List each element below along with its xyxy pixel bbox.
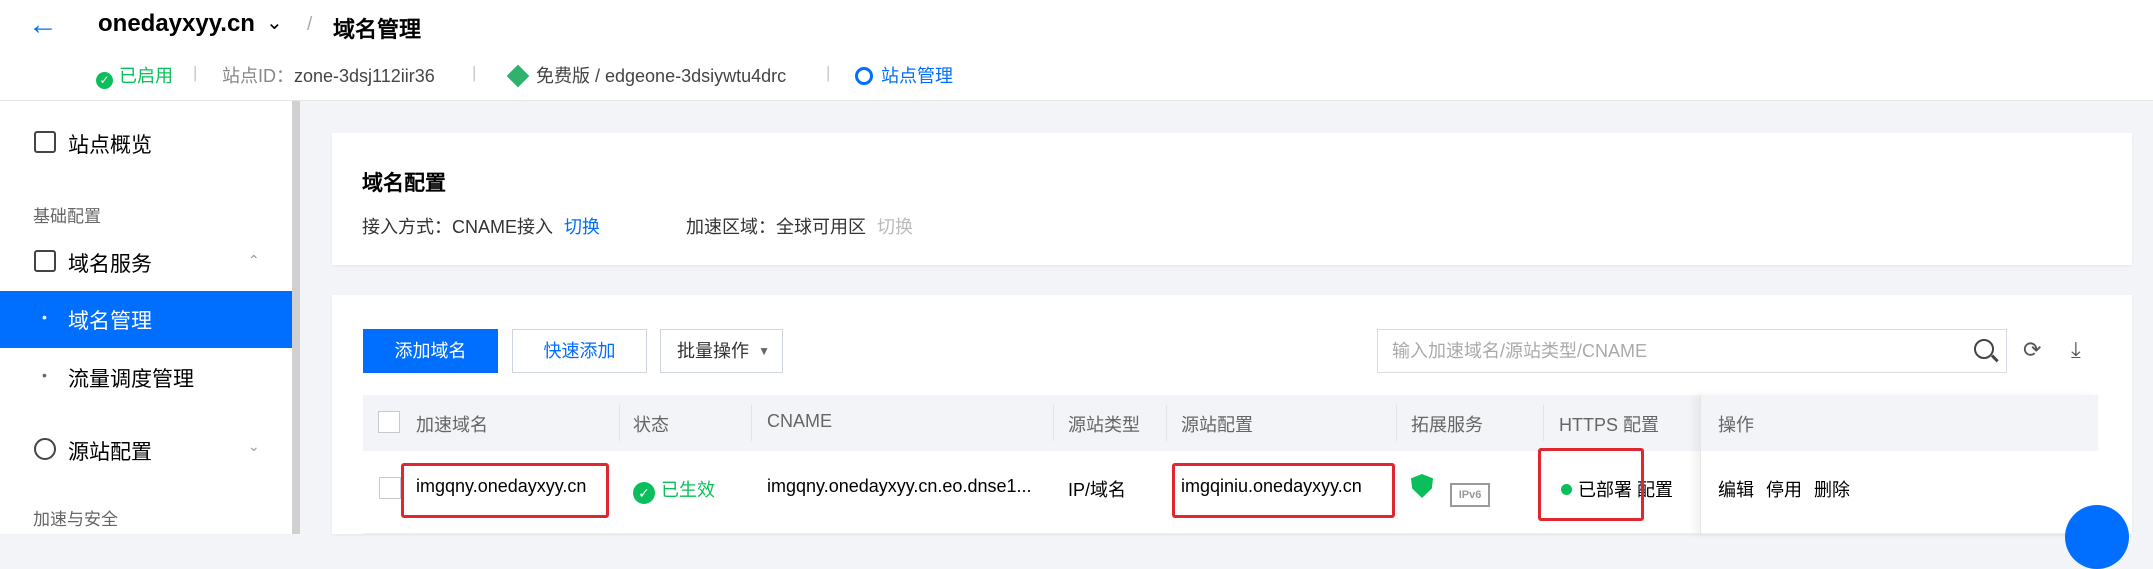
cell-cname: imgqny.onedayxyy.cn.eo.dnse1... bbox=[767, 476, 1032, 496]
column-divider bbox=[1053, 405, 1054, 441]
back-arrow-icon[interactable]: ← bbox=[28, 10, 62, 40]
site-id-label: 站点ID： bbox=[222, 66, 294, 86]
column-header: CNAME bbox=[767, 411, 833, 431]
history-icon bbox=[34, 438, 56, 460]
sidebar-item-domain-manage[interactable]: • 域名管理 bbox=[0, 291, 292, 348]
download-icon[interactable]: ⤓ bbox=[2071, 337, 2081, 363]
sidebar-item-label: 源站配置 bbox=[68, 441, 152, 464]
sticky-operations-column bbox=[1700, 395, 2098, 534]
divider: | bbox=[193, 63, 198, 82]
top-header: ← onedayxyy.cn ⌄ / 域名管理 ✓ 已启用 | 站点ID：zone… bbox=[0, 0, 2153, 101]
chevron-down-icon: ⌄ bbox=[248, 438, 260, 454]
site-manage-label: 站点管理 bbox=[881, 66, 953, 86]
highlight-box bbox=[401, 463, 609, 518]
region-switch-link: 切换 bbox=[877, 217, 914, 237]
column-divider bbox=[1396, 405, 1397, 441]
chevron-up-icon: ⌃ bbox=[248, 252, 260, 268]
site-manage-link[interactable]: 站点管理 bbox=[855, 62, 953, 88]
sidebar-item-label: 站点概览 bbox=[68, 134, 152, 157]
server-icon bbox=[34, 250, 56, 272]
sidebar-scrollbar[interactable] bbox=[292, 101, 300, 534]
check-circle-icon: ✓ bbox=[96, 72, 113, 89]
access-mode: 接入方式：CNAME接入 切换 bbox=[362, 213, 600, 239]
column-header: HTTPS 配置 bbox=[1559, 415, 1660, 435]
plan-icon bbox=[506, 64, 530, 88]
settings-icon bbox=[855, 67, 873, 85]
search-box[interactable] bbox=[1377, 329, 2007, 373]
divider: | bbox=[472, 63, 477, 82]
sidebar-group-label: 加速与安全 bbox=[33, 510, 118, 529]
column-header: 状态 bbox=[633, 415, 669, 435]
column-divider bbox=[1166, 405, 1167, 441]
sidebar-item-domain-service[interactable]: 域名服务 ⌃ bbox=[0, 248, 292, 278]
region-label: 加速区域： bbox=[686, 217, 776, 237]
help-button[interactable] bbox=[2065, 505, 2129, 569]
column-divider bbox=[1543, 405, 1544, 441]
acceleration-region: 加速区域：全球可用区 切换 bbox=[686, 213, 913, 239]
access-label: 接入方式： bbox=[362, 217, 452, 237]
column-divider bbox=[751, 405, 752, 441]
divider: | bbox=[826, 63, 831, 82]
cell-status: ✓ 已生效 bbox=[633, 476, 715, 504]
sidebar-item-overview[interactable]: 站点概览 bbox=[0, 129, 292, 159]
cell-extended-services: IPv6 bbox=[1411, 474, 1491, 507]
column-header: 拓展服务 bbox=[1411, 415, 1483, 435]
sidebar-item-origin-config[interactable]: 源站配置 ⌄ bbox=[0, 436, 292, 466]
batch-operation-dropdown[interactable]: 批量操作 ▼ bbox=[660, 329, 783, 373]
security-shield-icon bbox=[1411, 474, 1433, 498]
status-text: 已启用 bbox=[119, 66, 173, 86]
cell-origin-type: IP/域名 bbox=[1068, 480, 1127, 500]
chevron-down-icon[interactable]: ⌄ bbox=[266, 10, 283, 35]
site-domain[interactable]: onedayxyy.cn bbox=[98, 10, 255, 38]
row-checkbox[interactable] bbox=[379, 477, 401, 499]
select-all-checkbox[interactable] bbox=[378, 411, 400, 433]
sidebar-item-traffic[interactable]: • 流量调度管理 bbox=[0, 363, 292, 393]
sidebar: 站点概览 基础配置 域名服务 ⌃ • 域名管理 • 流量调度管理 源站配置 ⌄ … bbox=[0, 101, 292, 534]
sidebar-item-label: 域名服务 bbox=[68, 253, 152, 276]
domain-config-card: 域名配置 接入方式：CNAME接入 切换 加速区域：全球可用区 切换 bbox=[332, 133, 2132, 265]
refresh-icon[interactable]: ⟳ bbox=[2023, 337, 2041, 363]
region-value: 全球可用区 bbox=[776, 217, 866, 237]
access-value: CNAME接入 bbox=[452, 217, 554, 237]
column-header: 源站配置 bbox=[1181, 415, 1253, 435]
plan-info: 免费版 / edgeone-3dsiywtu4drc bbox=[506, 62, 787, 88]
column-header: 加速域名 bbox=[416, 415, 488, 435]
sidebar-item-label: 流量调度管理 bbox=[68, 368, 194, 391]
add-domain-button[interactable]: 添加域名 bbox=[363, 329, 498, 373]
bullet-icon: • bbox=[42, 367, 47, 383]
status-indicator: ✓ 已启用 bbox=[96, 62, 173, 89]
highlight-box bbox=[1538, 448, 1644, 521]
column-header: 源站类型 bbox=[1068, 415, 1140, 435]
access-switch-link[interactable]: 切换 bbox=[564, 217, 600, 237]
column-divider bbox=[619, 405, 620, 441]
caret-down-icon: ▼ bbox=[758, 344, 770, 358]
search-icon[interactable] bbox=[1974, 339, 1994, 359]
site-id-value: zone-3dsj112iir36 bbox=[294, 66, 435, 86]
sidebar-group-label: 基础配置 bbox=[33, 207, 101, 226]
breadcrumb-separator: / bbox=[307, 14, 313, 35]
batch-label: 批量操作 bbox=[677, 341, 749, 361]
sidebar-item-label: 域名管理 bbox=[68, 310, 152, 333]
search-input[interactable] bbox=[1392, 338, 1952, 364]
highlight-box bbox=[1172, 463, 1395, 518]
bullet-icon: • bbox=[42, 309, 47, 325]
plan-text: 免费版 / edgeone-3dsiywtu4drc bbox=[536, 66, 787, 86]
dashboard-icon bbox=[34, 131, 56, 153]
check-circle-icon: ✓ bbox=[633, 482, 655, 504]
site-id: 站点ID：zone-3dsj112iir36 bbox=[222, 62, 435, 88]
page-title: 域名管理 bbox=[333, 17, 422, 42]
ipv6-icon: IPv6 bbox=[1450, 483, 1491, 507]
quick-add-button[interactable]: 快速添加 bbox=[512, 329, 647, 373]
status-text: 已生效 bbox=[661, 480, 715, 500]
card-title: 域名配置 bbox=[362, 172, 446, 195]
